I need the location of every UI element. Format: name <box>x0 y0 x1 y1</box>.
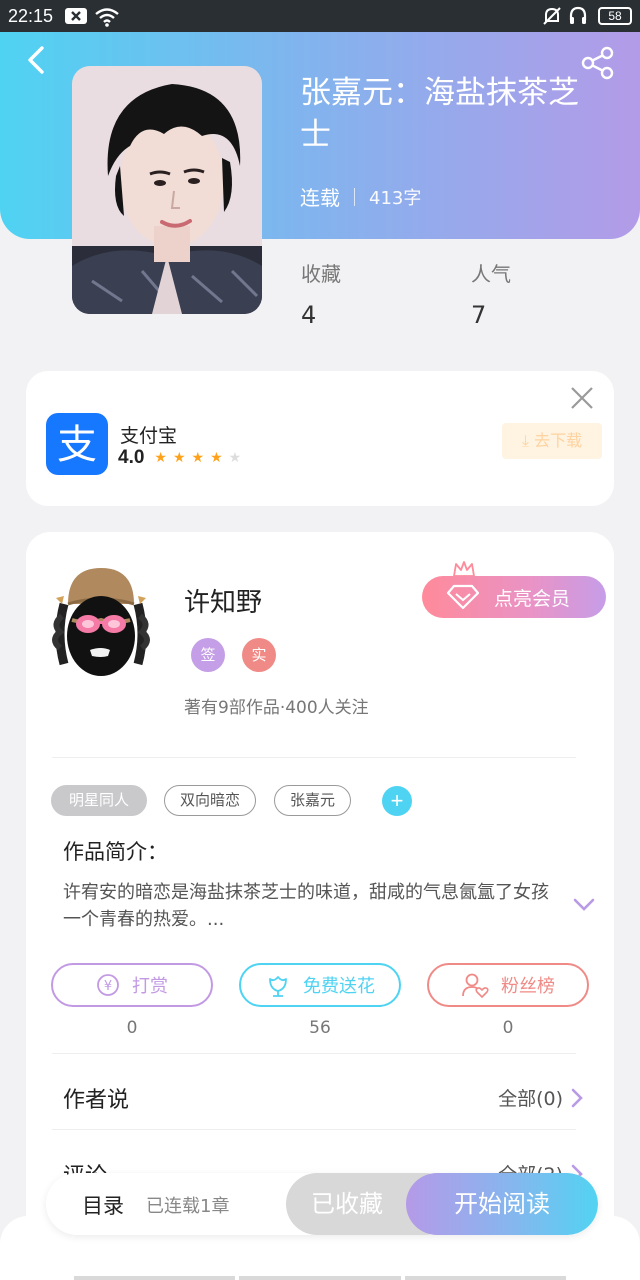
svg-text:支: 支 <box>57 422 97 468</box>
ad-download-label: 去下载 <box>534 431 583 450</box>
divider <box>52 757 576 758</box>
fan-heart-icon <box>462 973 489 998</box>
chevron-right-icon <box>571 1088 583 1107</box>
verified-badge: 实 <box>242 638 276 672</box>
author-says-count: 全部(0) <box>498 1088 563 1110</box>
start-reading-button[interactable]: 开始阅读 <box>406 1173 598 1235</box>
divider <box>52 1053 576 1054</box>
star-icon: ★ <box>172 450 186 466</box>
status-bar: 22:15 58 <box>0 0 640 32</box>
author-says-row[interactable]: 作者说 全部(0) <box>63 1082 583 1114</box>
coin-icon: ¥ <box>97 974 119 996</box>
battery-indicator: 58 <box>598 7 632 25</box>
tag-chip[interactable]: 张嘉元 <box>274 785 351 816</box>
stat-label: 人气 <box>471 262 511 286</box>
reward-count: 0 <box>126 1018 138 1038</box>
ad-rating-value: 4.0 <box>118 447 145 468</box>
book-status: 连载 <box>300 186 340 210</box>
author-name[interactable]: 许知野 <box>184 582 262 619</box>
add-tag-button[interactable]: + <box>382 786 412 816</box>
bottom-divider-lines <box>74 1276 566 1280</box>
intro-heading: 作品简介： <box>63 840 168 864</box>
chevron-down-icon[interactable] <box>572 897 596 913</box>
fan-ranking-label: 粉丝榜 <box>501 976 555 997</box>
back-arrow-icon[interactable] <box>22 44 50 76</box>
vip-button-label: 点亮会员 <box>494 587 571 610</box>
author-says-link[interactable]: 全部(0) <box>498 1084 583 1111</box>
close-icon[interactable] <box>569 385 595 411</box>
star-icon: ★ <box>191 450 205 466</box>
book-word-count: 413字 <box>369 187 422 209</box>
mute-icon <box>543 7 561 25</box>
tag-chip[interactable]: 明星同人 <box>51 785 147 816</box>
stat-popularity: 人气 7 <box>471 258 511 329</box>
bottom-action-bar: 目录 已连载1章 已收藏 开始阅读 <box>46 1173 598 1235</box>
notification-icon <box>65 8 87 24</box>
tag-chip[interactable]: 双向暗恋 <box>164 785 256 816</box>
send-flower-label: 免费送花 <box>303 976 375 997</box>
author-says-title: 作者说 <box>63 1088 130 1113</box>
reward-label: 打赏 <box>132 976 168 997</box>
fan-count: 0 <box>502 1018 514 1038</box>
headphones-icon <box>569 6 587 24</box>
stat-favorites: 收藏 4 <box>301 258 341 329</box>
serial-info: 已连载1章 <box>146 1196 230 1217</box>
download-icon: ⤓ <box>521 431 529 450</box>
reward-button[interactable]: ¥ 打赏 <box>51 963 213 1007</box>
ad-rating: 4.0 ★ ★ ★ ★ ★ <box>118 447 241 469</box>
book-detail-card: 许知野 签 实 著有9部作品·400人关注 点亮会员 明星同人 双向暗恋 张嘉元… <box>26 532 614 1252</box>
fan-ranking-button[interactable]: 粉丝榜 <box>427 963 589 1007</box>
star-icon: ★ <box>154 450 167 466</box>
flower-count: 56 <box>309 1018 331 1038</box>
toc-button[interactable]: 目录 <box>82 1190 124 1220</box>
wifi-icon <box>95 8 119 27</box>
intro-text: 许宥安的暗恋是海盐抹茶芝士的味道，甜咸的气息氤氲了女孩一个青春的热爱。... <box>63 882 549 930</box>
ad-app-name: 支付宝 <box>120 425 178 447</box>
book-title: 张嘉元：海盐抹茶芝士 <box>300 75 579 153</box>
star-icon: ★ <box>210 450 223 466</box>
signed-badge: 签 <box>191 638 225 672</box>
stat-value: 7 <box>471 301 487 329</box>
favorited-label: 已收藏 <box>311 1190 383 1218</box>
vip-button[interactable]: 点亮会员 <box>422 576 606 618</box>
author-stats: 著有9部作品·400人关注 <box>184 698 369 718</box>
star-empty-icon: ★ <box>228 450 242 466</box>
alipay-logo-icon: 支 <box>46 413 108 475</box>
diamond-icon <box>446 584 480 610</box>
meta-divider <box>354 187 355 206</box>
status-time: 22:15 <box>8 6 54 26</box>
svg-text:¥: ¥ <box>104 979 112 994</box>
stat-value: 4 <box>301 301 317 329</box>
ad-download-button[interactable]: ⤓ 去下载 <box>502 423 602 459</box>
ad-card[interactable]: 支 支付宝 4.0 ★ ★ ★ ★ ★ ⤓ 去下载 <box>26 371 614 506</box>
book-meta: 连载 413字 <box>300 182 421 211</box>
author-avatar[interactable] <box>46 564 156 676</box>
stat-label: 收藏 <box>301 262 341 286</box>
book-cover-image[interactable] <box>72 66 262 314</box>
send-flower-button[interactable]: 免费送花 <box>239 963 401 1007</box>
divider <box>52 1129 576 1130</box>
flower-icon <box>269 976 287 997</box>
